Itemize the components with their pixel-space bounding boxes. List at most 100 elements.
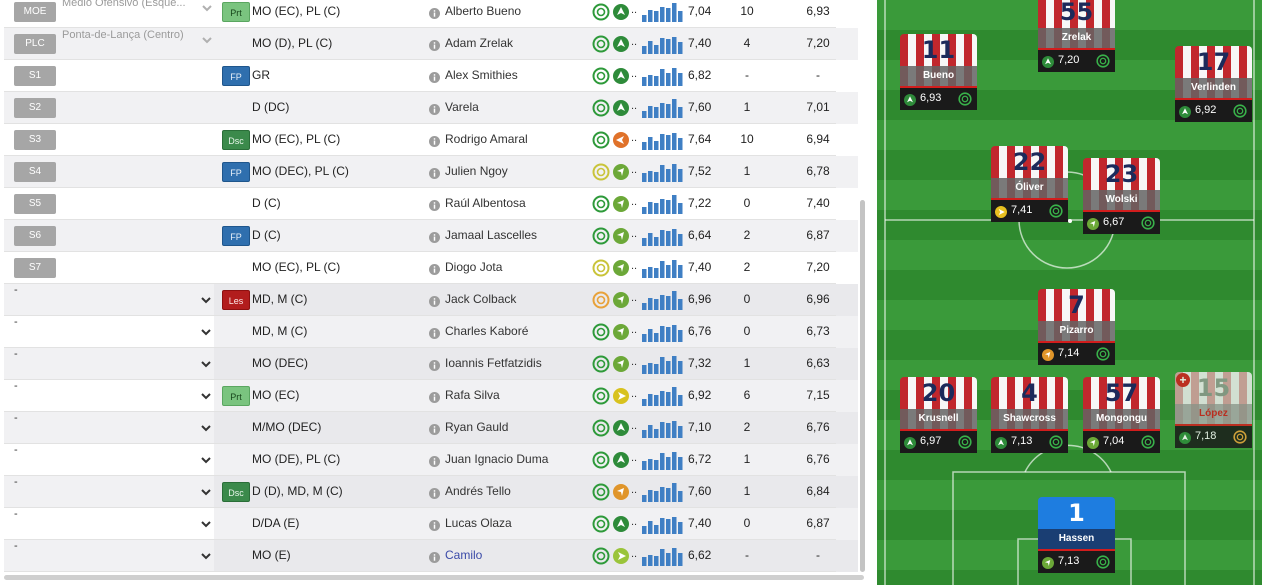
- info-icon[interactable]: [429, 262, 440, 275]
- position-slot-badge[interactable]: S2: [14, 98, 56, 118]
- chevron-down-icon[interactable]: [198, 452, 214, 468]
- more-dots-icon[interactable]: ..: [631, 36, 637, 48]
- table-row[interactable]: S7 MO (EC), PL (C) Diogo Jota.. 7,40 2 7,20: [4, 252, 858, 284]
- player-card[interactable]: 57 Mongongu 7,04: [1083, 377, 1160, 453]
- player-card[interactable]: 1 Hassen 7,13: [1038, 497, 1115, 573]
- chevron-down-icon[interactable]: [198, 484, 214, 500]
- chevron-down-icon[interactable]: [199, 32, 213, 46]
- more-dots-icon[interactable]: ..: [631, 388, 637, 400]
- player-name[interactable]: Jamaal Lascelles: [445, 228, 537, 242]
- position-slot-badge[interactable]: S4: [14, 162, 56, 182]
- player-name[interactable]: Diogo Jota: [445, 260, 502, 274]
- player-name[interactable]: Jack Colback: [445, 292, 516, 306]
- chevron-down-icon[interactable]: [198, 516, 214, 532]
- player-name[interactable]: Charles Kaboré: [445, 324, 528, 338]
- more-dots-icon[interactable]: ..: [631, 548, 637, 560]
- table-row[interactable]: - MO (E) Camilo.. 6,62 - -: [4, 540, 858, 572]
- table-row[interactable]: S4 FP MO (DEC), PL (C) Julien Ngoy.. 7,52 1 6,…: [4, 156, 858, 188]
- more-dots-icon[interactable]: ..: [631, 4, 637, 16]
- chevron-down-icon[interactable]: [198, 388, 214, 404]
- player-card[interactable]: 4 Shawcross 7,13: [991, 377, 1068, 453]
- player-name[interactable]: Juan Ignacio Duma: [445, 452, 548, 466]
- player-name[interactable]: Rodrigo Amaral: [445, 132, 528, 146]
- player-name[interactable]: Varela: [445, 100, 479, 114]
- more-dots-icon[interactable]: ..: [631, 356, 637, 368]
- more-dots-icon[interactable]: ..: [631, 228, 637, 240]
- player-name[interactable]: Rafa Silva: [445, 388, 500, 402]
- more-dots-icon[interactable]: ..: [631, 452, 637, 464]
- table-row[interactable]: PLC Ponta-de-Lança (Centro) MO (D), PL (C)…: [4, 28, 858, 60]
- chevron-down-icon[interactable]: [198, 420, 214, 436]
- player-card[interactable]: 23 Wolski 6,67: [1083, 158, 1160, 234]
- info-icon[interactable]: [429, 6, 440, 19]
- table-row[interactable]: - MD, M (C) Charles Kaboré.. 6,76 0 6,73: [4, 316, 858, 348]
- info-icon[interactable]: [429, 38, 440, 51]
- info-icon[interactable]: [429, 422, 440, 435]
- player-card[interactable]: 17 Verlinden 6,92: [1175, 46, 1252, 122]
- more-dots-icon[interactable]: ..: [631, 516, 637, 528]
- more-dots-icon[interactable]: ..: [631, 68, 637, 80]
- info-icon[interactable]: [429, 70, 440, 83]
- player-card[interactable]: 15 López +7,18: [1175, 372, 1252, 448]
- position-slot-badge[interactable]: PLC: [14, 34, 56, 54]
- info-icon[interactable]: [429, 166, 440, 179]
- player-card[interactable]: 20 Krusnell 6,97: [900, 377, 977, 453]
- more-dots-icon[interactable]: ..: [631, 100, 637, 112]
- table-row[interactable]: - Les MD, M (C) Jack Colback.. 6,96 0 6,96: [4, 284, 858, 316]
- info-icon[interactable]: [429, 134, 440, 147]
- position-slot-badge[interactable]: S5: [14, 194, 56, 214]
- more-dots-icon[interactable]: ..: [631, 420, 637, 432]
- vertical-scrollbar[interactable]: [860, 200, 865, 572]
- chevron-down-icon[interactable]: [198, 356, 214, 372]
- position-slot-badge[interactable]: MOE: [14, 2, 56, 22]
- info-icon[interactable]: [429, 358, 440, 371]
- player-name[interactable]: Ioannis Fetfatzidis: [445, 356, 542, 370]
- info-icon[interactable]: [429, 486, 440, 499]
- info-icon[interactable]: [429, 454, 440, 467]
- more-dots-icon[interactable]: ..: [631, 132, 637, 144]
- info-icon[interactable]: [429, 294, 440, 307]
- position-slot-badge[interactable]: S7: [14, 258, 56, 278]
- info-icon[interactable]: [429, 326, 440, 339]
- more-dots-icon[interactable]: ..: [631, 324, 637, 336]
- table-row[interactable]: - D/DA (E) Lucas Olaza.. 7,40 0 6,87: [4, 508, 858, 540]
- player-name[interactable]: Alex Smithies: [445, 68, 518, 82]
- position-slot-badge[interactable]: S3: [14, 130, 56, 150]
- table-row[interactable]: - Prt MO (EC) Rafa Silva.. 6,92 6 7,15: [4, 380, 858, 412]
- player-name[interactable]: Ryan Gauld: [445, 420, 508, 434]
- info-icon[interactable]: [429, 390, 440, 403]
- position-slot-badge[interactable]: S1: [14, 66, 56, 86]
- more-dots-icon[interactable]: ..: [631, 196, 637, 208]
- info-icon[interactable]: [429, 102, 440, 115]
- player-name[interactable]: Lucas Olaza: [445, 516, 512, 530]
- table-row[interactable]: - MO (DE), PL (C) Juan Ignacio Duma.. 6,72 1…: [4, 444, 858, 476]
- chevron-down-icon[interactable]: [198, 548, 214, 564]
- player-name[interactable]: Raúl Albentosa: [445, 196, 526, 210]
- player-card[interactable]: 7 Pizarro 7,14: [1038, 289, 1115, 365]
- table-row[interactable]: S6 FP D (C) Jamaal Lascelles.. 6,64 2 6,87: [4, 220, 858, 252]
- more-dots-icon[interactable]: ..: [631, 164, 637, 176]
- table-row[interactable]: S3 Dsc MO (EC), PL (C) Rodrigo Amaral.. 7,64…: [4, 124, 858, 156]
- player-name[interactable]: Andrés Tello: [445, 484, 511, 498]
- player-name[interactable]: Alberto Bueno: [445, 4, 521, 18]
- more-dots-icon[interactable]: ..: [631, 484, 637, 496]
- info-icon[interactable]: [429, 550, 440, 563]
- info-icon[interactable]: [429, 230, 440, 243]
- player-card[interactable]: 22 Óliver 7,41: [991, 146, 1068, 222]
- player-card[interactable]: 11 Bueno 6,93: [900, 34, 977, 110]
- player-name[interactable]: Adam Zrelak: [445, 36, 513, 50]
- player-name[interactable]: Julien Ngoy: [445, 164, 508, 178]
- table-row[interactable]: S2 D (DC) Varela.. 7,60 1 7,01: [4, 92, 858, 124]
- position-slot-badge[interactable]: S6: [14, 226, 56, 246]
- player-name[interactable]: Camilo: [445, 548, 482, 562]
- horizontal-scrollbar[interactable]: [4, 575, 864, 580]
- player-card[interactable]: 55 Zrelak 7,20: [1038, 0, 1115, 72]
- table-row[interactable]: MOE Médio Ofensivo (Esque... Prt MO (EC), P…: [4, 0, 858, 28]
- more-dots-icon[interactable]: ..: [631, 260, 637, 272]
- chevron-down-icon[interactable]: [198, 292, 214, 308]
- chevron-down-icon[interactable]: [199, 0, 213, 14]
- info-icon[interactable]: [429, 518, 440, 531]
- table-row[interactable]: - M/MO (DEC) Ryan Gauld.. 7,10 2 6,76: [4, 412, 858, 444]
- table-row[interactable]: - MO (DEC) Ioannis Fetfatzidis.. 7,32 1 6,63: [4, 348, 858, 380]
- table-row[interactable]: S1 FP GR Alex Smithies.. 6,82 - -: [4, 60, 858, 92]
